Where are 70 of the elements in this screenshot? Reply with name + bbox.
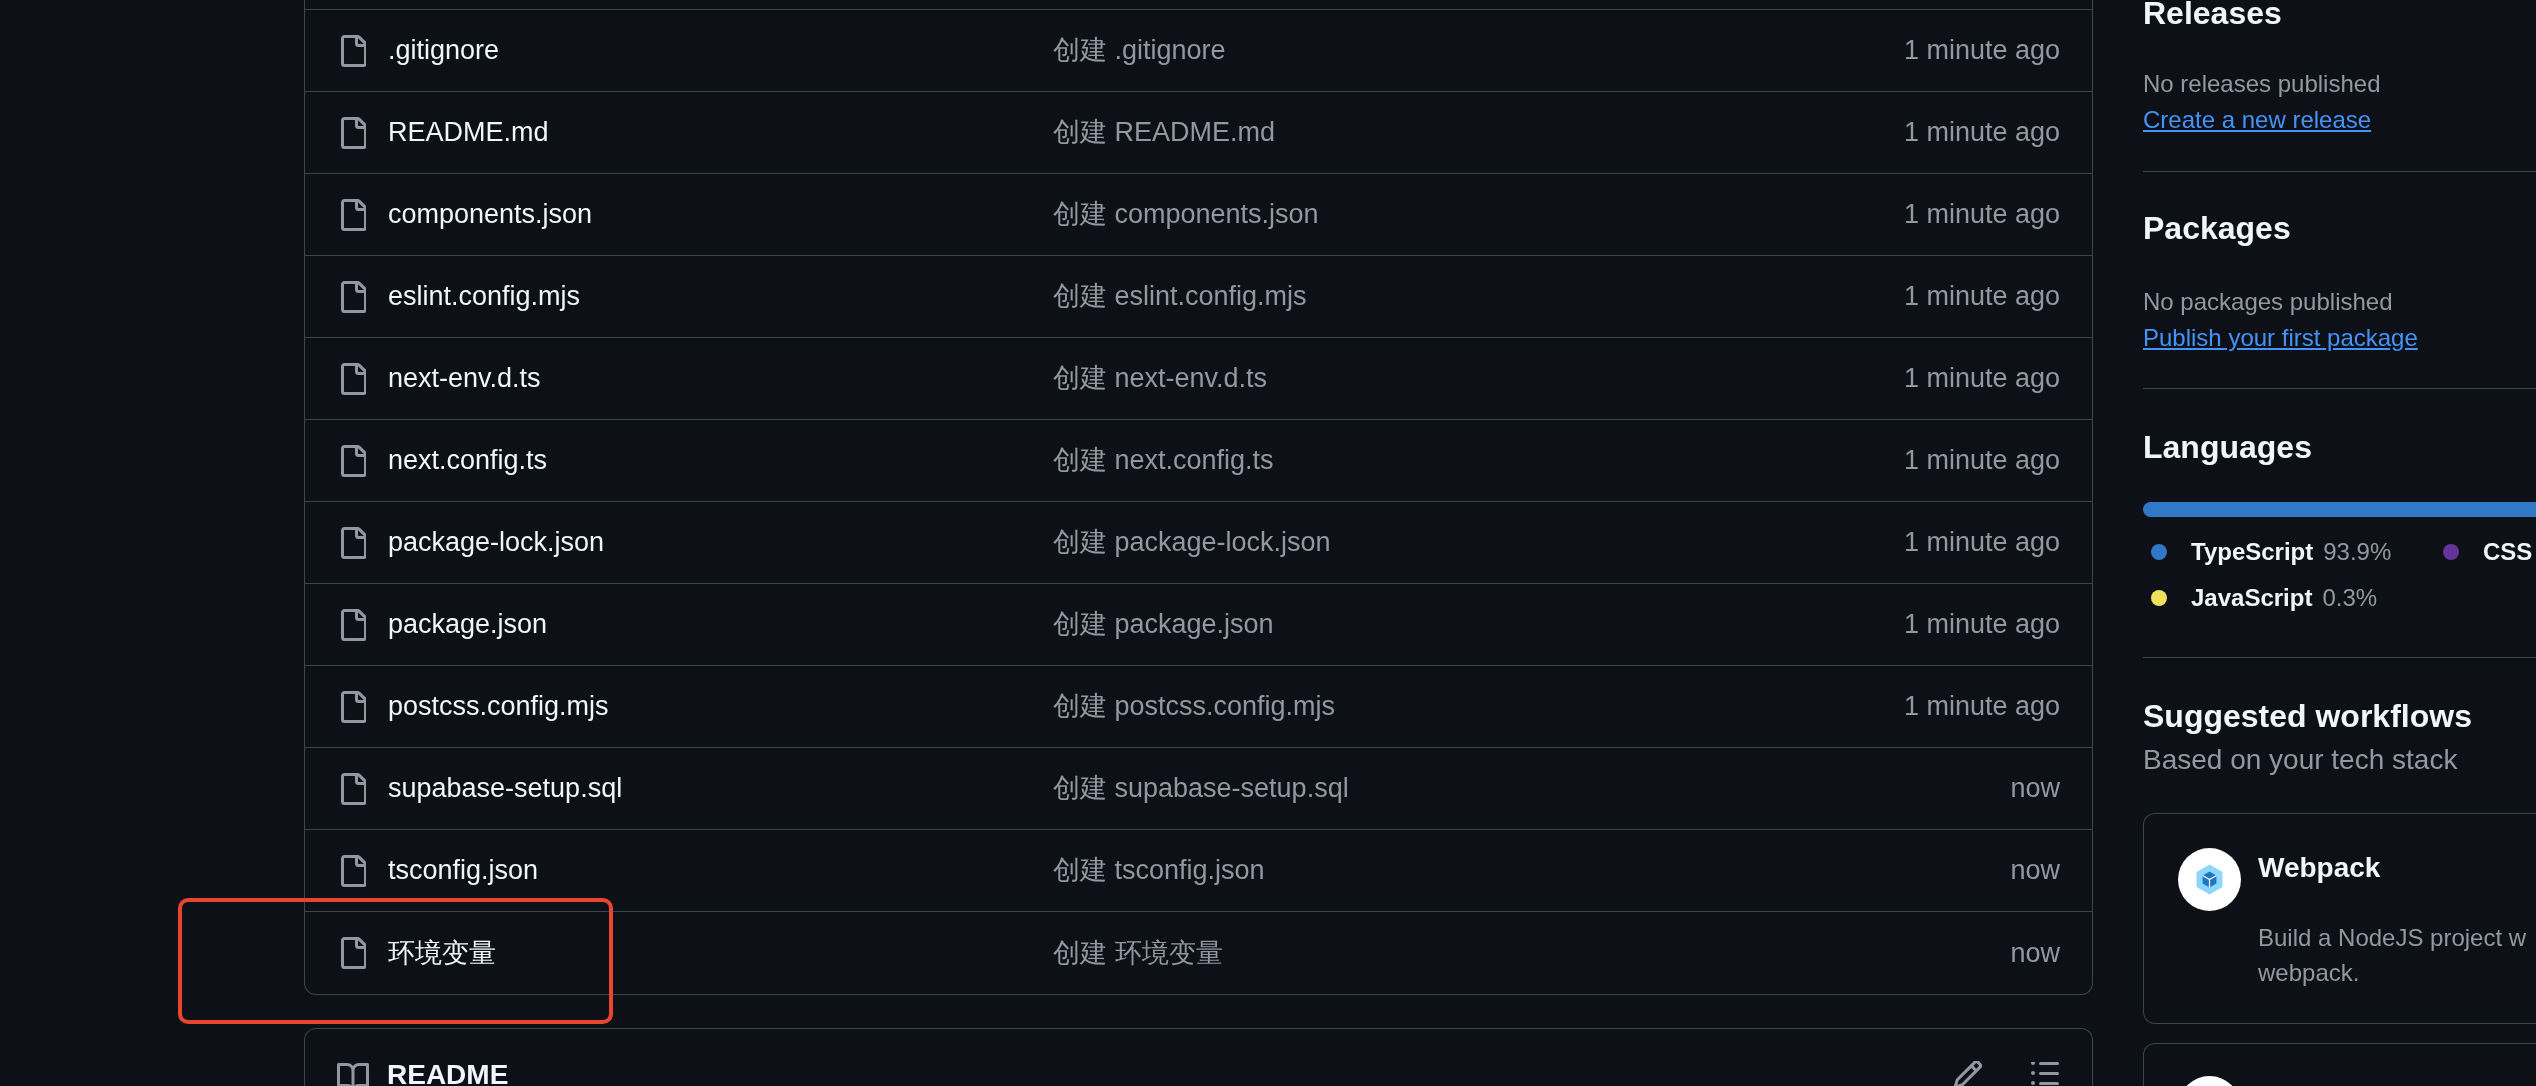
commit-time: 1 minute ago bbox=[1903, 690, 2060, 724]
commit-message-link[interactable]: 创建 环境变量 bbox=[1053, 932, 2011, 974]
section-subheading: Based on your tech stack bbox=[2143, 743, 2459, 777]
file-name-link[interactable]: eslint.config.mjs bbox=[388, 276, 581, 317]
file-icon bbox=[341, 937, 366, 969]
file-name-link[interactable]: postcss.config.mjs bbox=[388, 686, 609, 727]
file-icon bbox=[341, 198, 366, 231]
readme-title: README bbox=[387, 1064, 509, 1086]
commit-message-link[interactable]: 创建 tsconfig.json bbox=[1053, 850, 2011, 891]
file-icon bbox=[341, 526, 366, 559]
commit-time: 1 minute ago bbox=[1903, 608, 2060, 642]
commit-time: now bbox=[2010, 854, 2060, 888]
section-link[interactable]: Publish your first package bbox=[2143, 324, 2418, 351]
book-icon bbox=[337, 1063, 369, 1086]
commit-time: 1 minute ago bbox=[1903, 280, 2060, 314]
language-percent: 93.9% bbox=[2323, 537, 2392, 567]
commit-time: 1 minute ago bbox=[1903, 116, 2060, 150]
language-percent: 0.3% bbox=[2322, 583, 2378, 613]
list-icon[interactable] bbox=[2031, 1062, 2059, 1086]
file-name-link[interactable]: package-lock.json bbox=[388, 522, 605, 563]
file-icon bbox=[341, 608, 366, 641]
workflow-title: Webpack bbox=[2258, 851, 2382, 885]
cube-icon bbox=[2178, 848, 2241, 911]
commit-time: now bbox=[2010, 772, 2060, 806]
file-icon bbox=[341, 854, 366, 887]
language-name: TypeScript bbox=[2191, 537, 2314, 567]
file-icon bbox=[341, 34, 366, 67]
commit-time: 1 minute ago bbox=[1903, 34, 2060, 68]
commit-message-link[interactable]: 创建 eslint.config.mjs bbox=[1053, 276, 1904, 317]
commit-message-link[interactable]: 创建 package-lock.json bbox=[1053, 522, 1904, 563]
file-icon bbox=[341, 116, 366, 149]
file-name-link[interactable]: .gitignore bbox=[388, 30, 500, 71]
commit-time: 1 minute ago bbox=[1903, 198, 2060, 232]
file-name-link[interactable]: 环境变量 bbox=[388, 932, 496, 974]
commit-time: 1 minute ago bbox=[1903, 362, 2060, 396]
commit-message-link[interactable]: 创建 next.config.ts bbox=[1053, 440, 1904, 481]
commit-message-link[interactable]: 创建 supabase-setup.sql bbox=[1053, 768, 2011, 809]
section-heading: Languages bbox=[2143, 428, 2313, 467]
commit-message-link[interactable]: 创建 .gitignore bbox=[1053, 30, 1904, 71]
section-link[interactable]: Create a new release bbox=[2143, 106, 2372, 133]
workflow-description: Build a NodeJS project w webpack. bbox=[2258, 923, 2527, 988]
commit-message-link[interactable]: 创建 package.json bbox=[1053, 604, 1904, 645]
file-name-link[interactable]: README.md bbox=[388, 112, 549, 153]
section-heading: Packages bbox=[2143, 209, 2292, 248]
commit-message-link[interactable]: 创建 next-env.d.ts bbox=[1053, 358, 1904, 399]
file-name-link[interactable]: supabase-setup.sql bbox=[388, 768, 623, 809]
pencil-icon[interactable] bbox=[1954, 1061, 1982, 1086]
file-name-link[interactable]: package.json bbox=[388, 604, 548, 645]
commit-message-link[interactable]: 创建 README.md bbox=[1053, 112, 1904, 153]
file-name-link[interactable]: next-env.d.ts bbox=[388, 358, 541, 399]
section-heading: Releases bbox=[2143, 0, 2283, 26]
file-name-link[interactable]: components.json bbox=[388, 194, 593, 235]
file-name-link[interactable]: next.config.ts bbox=[388, 440, 548, 481]
language-name: CSS bbox=[2483, 537, 2533, 567]
file-name-link[interactable]: tsconfig.json bbox=[388, 850, 539, 891]
workflow-card[interactable]: Webpack Build a NodeJS project w webpack. bbox=[2143, 813, 2536, 1024]
commit-time: 1 minute ago bbox=[1903, 444, 2060, 478]
empty-note: No packages published bbox=[2143, 287, 2394, 317]
commit-time: now bbox=[2010, 936, 2060, 970]
file-icon bbox=[341, 772, 366, 805]
commit-message-link[interactable]: 创建 components.json bbox=[1053, 194, 1904, 235]
language-name: JavaScript bbox=[2191, 583, 2313, 613]
section-heading: Suggested workflows bbox=[2143, 697, 2473, 736]
empty-note: No releases published bbox=[2143, 69, 2382, 99]
file-icon bbox=[341, 444, 366, 477]
commit-time: 1 minute ago bbox=[1903, 526, 2060, 560]
file-icon bbox=[341, 690, 366, 723]
file-icon bbox=[341, 362, 366, 395]
commit-message-link[interactable]: 创建 postcss.config.mjs bbox=[1053, 686, 1904, 727]
file-icon bbox=[341, 280, 366, 313]
